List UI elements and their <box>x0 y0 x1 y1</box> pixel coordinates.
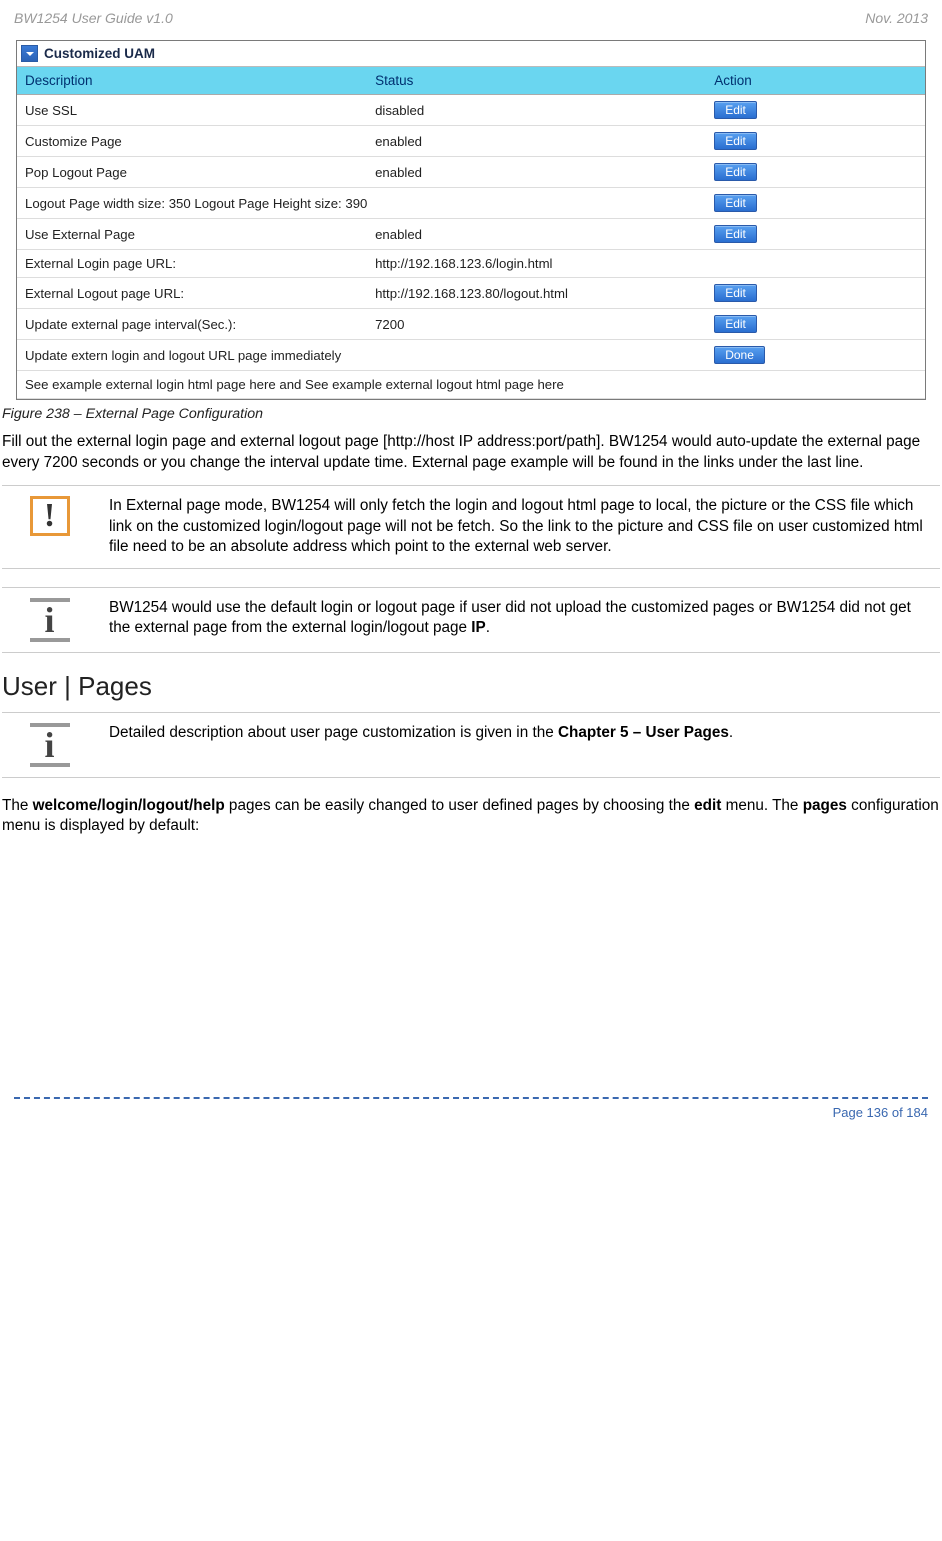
table-row: Update external page interval(Sec.):7200… <box>17 309 925 340</box>
row-desc: Customize Page <box>17 126 367 157</box>
doc-title: BW1254 User Guide v1.0 <box>14 10 173 26</box>
info-icon: i <box>30 598 70 642</box>
row-status: enabled <box>367 126 706 157</box>
row-desc: Update external page interval(Sec.): <box>17 309 367 340</box>
footer-divider <box>14 1097 928 1099</box>
row-action: Edit <box>706 188 925 219</box>
page-header: BW1254 User Guide v1.0 Nov. 2013 <box>0 0 942 28</box>
info-text-2: Detailed description about user page cus… <box>97 713 940 777</box>
row-action: Edit <box>706 219 925 250</box>
doc-date: Nov. 2013 <box>865 10 928 26</box>
info-icon: i <box>30 723 70 767</box>
info-text-1: BW1254 would use the default login or lo… <box>97 588 940 652</box>
row-action: Edit <box>706 278 925 309</box>
table-row: External Logout page URL:http://192.168.… <box>17 278 925 309</box>
row-desc: Logout Page width size: 350 Logout Page … <box>17 188 706 219</box>
table-row: Logout Page width size: 350 Logout Page … <box>17 188 925 219</box>
row-action: Edit <box>706 126 925 157</box>
edit-button[interactable]: Edit <box>714 225 757 243</box>
edit-button[interactable]: Edit <box>714 284 757 302</box>
col-description: Description <box>17 67 367 95</box>
table-row: Customize Pageenabled Edit <box>17 126 925 157</box>
col-action: Action <box>706 67 925 95</box>
collapse-icon[interactable] <box>21 45 38 62</box>
table-row: Pop Logout Pageenabled Edit <box>17 157 925 188</box>
row-status: http://192.168.123.6/login.html <box>367 250 706 278</box>
row-status: disabled <box>367 95 706 126</box>
done-button[interactable]: Done <box>714 346 765 364</box>
edit-button[interactable]: Edit <box>714 194 757 212</box>
page-footer: Page 136 of 184 <box>0 1103 942 1134</box>
row-action: Edit <box>706 309 925 340</box>
row-status: enabled <box>367 157 706 188</box>
info-callout-1: i BW1254 would use the default login or … <box>2 587 940 653</box>
section-heading: User | Pages <box>2 671 940 702</box>
row-status: enabled <box>367 219 706 250</box>
row-status: http://192.168.123.80/logout.html <box>367 278 706 309</box>
table-row: Update extern login and logout URL page … <box>17 340 925 371</box>
panel-title-bar: Customized UAM <box>17 41 925 67</box>
config-panel: Customized UAM Description Status Action… <box>16 40 926 400</box>
paragraph-2: The welcome/login/logout/help pages can … <box>2 796 940 837</box>
config-table: Description Status Action Use SSLdisable… <box>17 67 925 399</box>
panel-title-text: Customized UAM <box>44 46 155 61</box>
figure-caption: Figure 238 – External Page Configuration <box>2 406 940 422</box>
row-desc: External Login page URL: <box>17 250 367 278</box>
row-status: 7200 <box>367 309 706 340</box>
info-callout-2: i Detailed description about user page c… <box>2 712 940 778</box>
edit-button[interactable]: Edit <box>714 315 757 333</box>
edit-button[interactable]: Edit <box>714 132 757 150</box>
table-row: External Login page URL:http://192.168.1… <box>17 250 925 278</box>
table-row: See example external login html page her… <box>17 371 925 399</box>
row-desc: Use SSL <box>17 95 367 126</box>
row-desc: Pop Logout Page <box>17 157 367 188</box>
row-action: Done <box>706 340 925 371</box>
warning-text: In External page mode, BW1254 will only … <box>97 486 940 567</box>
table-row: Use External Pageenabled Edit <box>17 219 925 250</box>
table-row: Use SSLdisabled Edit <box>17 95 925 126</box>
warning-icon: ! <box>30 496 70 536</box>
edit-button[interactable]: Edit <box>714 163 757 181</box>
col-status: Status <box>367 67 706 95</box>
row-desc: External Logout page URL: <box>17 278 367 309</box>
row-action <box>706 250 925 278</box>
row-desc: Use External Page <box>17 219 367 250</box>
edit-button[interactable]: Edit <box>714 101 757 119</box>
paragraph-1: Fill out the external login page and ext… <box>2 432 940 473</box>
warning-callout: ! In External page mode, BW1254 will onl… <box>2 485 940 568</box>
row-action: Edit <box>706 95 925 126</box>
row-action: Edit <box>706 157 925 188</box>
row-full: See example external login html page her… <box>17 371 925 399</box>
row-desc: Update extern login and logout URL page … <box>17 340 706 371</box>
